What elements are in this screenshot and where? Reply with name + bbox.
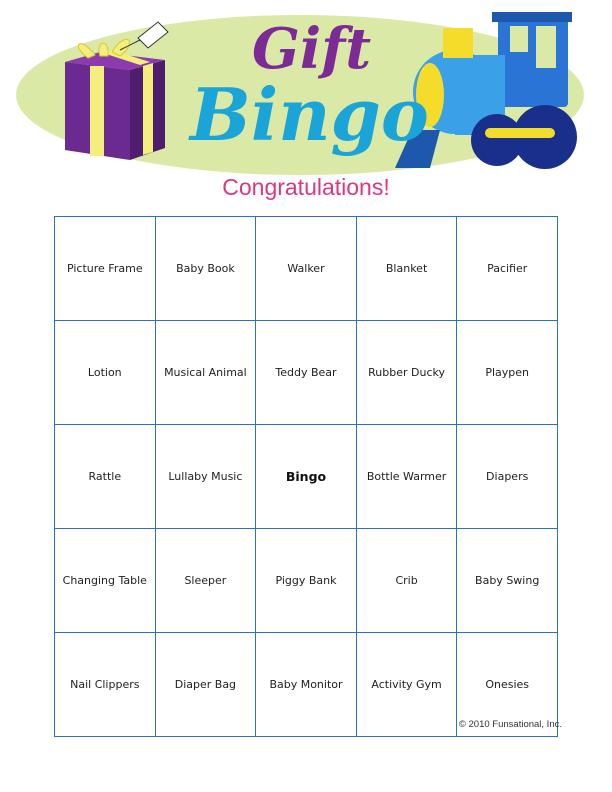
board-row: Lotion Musical Animal Teddy Bear Rubber Duc… [54, 320, 558, 425]
bingo-cell[interactable]: Picture Frame [54, 216, 156, 321]
bingo-cell[interactable]: Bottle Warmer [355, 424, 458, 529]
header-banner: Gift Bingo [0, 0, 612, 200]
board-row: Changing Table Sleeper Piggy Bank Crib Baby … [54, 528, 558, 633]
bingo-cell[interactable]: Rubber Ducky [355, 320, 458, 425]
bingo-cell[interactable]: Rattle [54, 424, 156, 529]
bingo-cell[interactable]: Lotion [54, 320, 156, 425]
bingo-cell[interactable]: Baby Swing [456, 528, 558, 633]
title-bingo: Bingo [188, 72, 429, 157]
bingo-cell[interactable]: Musical Animal [154, 320, 257, 425]
bingo-cell[interactable]: Piggy Bank [255, 528, 357, 633]
board-row: Rattle Lullaby Music Bingo Bottle Warmer Dia… [54, 424, 558, 529]
bingo-cell[interactable]: Baby Book [154, 216, 257, 321]
bingo-cell[interactable]: Walker [255, 216, 357, 321]
bingo-cell[interactable]: Changing Table [54, 528, 156, 633]
board-row: Picture Frame Baby Book Walker Blanket Pacif… [54, 216, 558, 321]
header-art: Gift Bingo [16, 12, 584, 175]
bingo-cell[interactable]: Diaper Bag [154, 632, 257, 737]
bingo-cell[interactable]: Crib [355, 528, 458, 633]
bingo-cell[interactable]: Blanket [355, 216, 458, 321]
bingo-cell[interactable]: Sleeper [154, 528, 257, 633]
bingo-cell[interactable]: Teddy Bear [255, 320, 357, 425]
bingo-cell[interactable]: Pacifier [456, 216, 558, 321]
bingo-cell[interactable]: Baby Monitor [255, 632, 357, 737]
congratulations-heading: Congratulations! [222, 174, 390, 200]
bingo-cell[interactable]: Nail Clippers [54, 632, 156, 737]
bingo-cell[interactable]: Lullaby Music [154, 424, 257, 529]
bingo-cell[interactable]: Diapers [456, 424, 558, 529]
bingo-cell[interactable]: Playpen [456, 320, 558, 425]
copyright-notice: © 2010 Funsational, Inc. [458, 719, 562, 730]
bingo-board: Picture Frame Baby Book Walker Blanket Pacif… [54, 216, 558, 737]
free-space-cell[interactable]: Bingo [255, 424, 357, 529]
bingo-cell[interactable]: Activity Gym [355, 632, 458, 737]
